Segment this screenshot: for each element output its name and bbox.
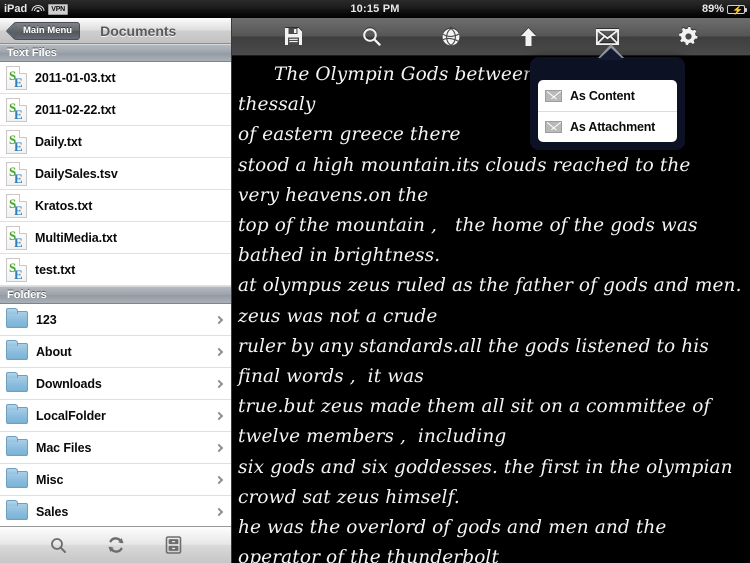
chevron-right-icon	[214, 315, 224, 324]
popover-item-label: As Content	[570, 88, 635, 103]
text-files-list: SE 2011-01-03.txt SE 2011-02-22.txt SE D…	[0, 62, 231, 286]
folder-icon	[6, 340, 28, 360]
gear-icon[interactable]	[678, 26, 699, 47]
folder-icon	[6, 404, 28, 424]
sidebar-navigation-bar: Main Menu Documents	[0, 18, 231, 44]
chevron-right-icon	[214, 475, 224, 484]
chevron-right-icon	[214, 411, 224, 420]
list-item-label: MultiMedia.txt	[35, 230, 117, 245]
list-item[interactable]: Sales	[0, 496, 231, 528]
folder-icon	[6, 468, 28, 488]
se-document-icon: SE	[6, 65, 27, 90]
list-item[interactable]: SE Daily.txt	[0, 126, 231, 158]
list-item-label: About	[36, 344, 72, 359]
list-item[interactable]: SE test.txt	[0, 254, 231, 286]
status-bar: iPad VPN 10:15 PM 89% ⚡	[0, 0, 750, 18]
chevron-right-icon	[214, 507, 224, 516]
folders-list: 123 About Downloads LocalFolder Mac File	[0, 304, 231, 528]
popover-item-as-attachment[interactable]: As Attachment	[538, 111, 677, 142]
list-item[interactable]: 123	[0, 304, 231, 336]
se-document-icon: SE	[6, 97, 27, 122]
search-icon[interactable]	[50, 537, 67, 554]
list-item[interactable]: SE MultiMedia.txt	[0, 222, 231, 254]
popover-list: As Content As Attachment	[538, 80, 677, 142]
globe-icon[interactable]	[441, 27, 461, 47]
mail-options-popover: As Content As Attachment	[530, 57, 685, 150]
search-icon[interactable]	[362, 27, 382, 47]
chevron-right-icon	[214, 443, 224, 452]
list-item[interactable]: About	[0, 336, 231, 368]
list-item-label: 2011-01-03.txt	[35, 70, 116, 85]
list-item[interactable]: Misc	[0, 464, 231, 496]
clock-label: 10:15 PM	[350, 3, 400, 15]
refresh-icon[interactable]	[107, 536, 125, 554]
list-item-label: Misc	[36, 472, 64, 487]
list-item[interactable]: SE Kratos.txt	[0, 190, 231, 222]
back-button-label: Main Menu	[23, 25, 73, 36]
sidebar-toolbar	[0, 526, 231, 563]
popover-item-label: As Attachment	[570, 120, 656, 134]
list-item-label: 123	[36, 312, 57, 327]
back-button-main-menu[interactable]: Main Menu	[13, 21, 81, 40]
section-header-folders: Folders	[0, 286, 231, 304]
save-icon[interactable]	[284, 27, 303, 46]
list-item-label: Mac Files	[36, 440, 92, 455]
folder-icon	[6, 436, 28, 456]
se-document-icon: SE	[6, 193, 27, 218]
battery-percent-label: 89%	[701, 3, 724, 15]
list-item[interactable]: SE 2011-02-22.txt	[0, 94, 231, 126]
list-item-label: test.txt	[35, 262, 76, 277]
se-document-icon: SE	[6, 257, 27, 282]
mail-icon	[545, 121, 562, 133]
list-item-label: Downloads	[36, 376, 102, 391]
list-item-label: LocalFolder	[36, 408, 106, 423]
upload-icon[interactable]	[520, 27, 537, 47]
folder-icon	[6, 500, 28, 520]
list-item[interactable]: SE DailySales.tsv	[0, 158, 231, 190]
chevron-right-icon	[214, 379, 224, 388]
battery-charging-icon: ⚡	[727, 4, 747, 14]
content-toolbar	[232, 18, 750, 56]
list-item[interactable]: Mac Files	[0, 432, 231, 464]
se-document-icon: SE	[6, 129, 27, 154]
list-item-label: 2011-02-22.txt	[35, 102, 116, 117]
list-item[interactable]: SE 2011-01-03.txt	[0, 62, 231, 94]
mail-icon	[545, 89, 562, 102]
folder-icon	[6, 372, 28, 392]
se-document-icon: SE	[6, 161, 27, 186]
list-item[interactable]: Downloads	[0, 368, 231, 400]
list-item-label: Kratos.txt	[35, 198, 93, 213]
popover-item-as-content[interactable]: As Content	[538, 80, 677, 111]
list-item-label: DailySales.tsv	[35, 166, 118, 181]
sidebar: Main Menu Documents Text Files SE 2011-0…	[0, 18, 232, 563]
list-item-label: Daily.txt	[35, 134, 82, 149]
chevron-right-icon	[214, 347, 224, 356]
se-document-icon: SE	[6, 225, 27, 250]
status-bar-right: 89% ⚡	[701, 3, 747, 15]
list-item[interactable]: LocalFolder	[0, 400, 231, 432]
ipad-app-window: iPad VPN 10:15 PM 89% ⚡ Main Menu Docume…	[0, 0, 750, 563]
list-item-label: Sales	[36, 504, 69, 519]
page-title: Documents	[100, 22, 177, 39]
archive-icon[interactable]	[165, 536, 182, 554]
popover-arrow	[598, 44, 624, 60]
folder-icon	[6, 308, 28, 328]
mail-icon[interactable]	[595, 28, 619, 45]
section-header-text-files: Text Files	[0, 44, 231, 62]
